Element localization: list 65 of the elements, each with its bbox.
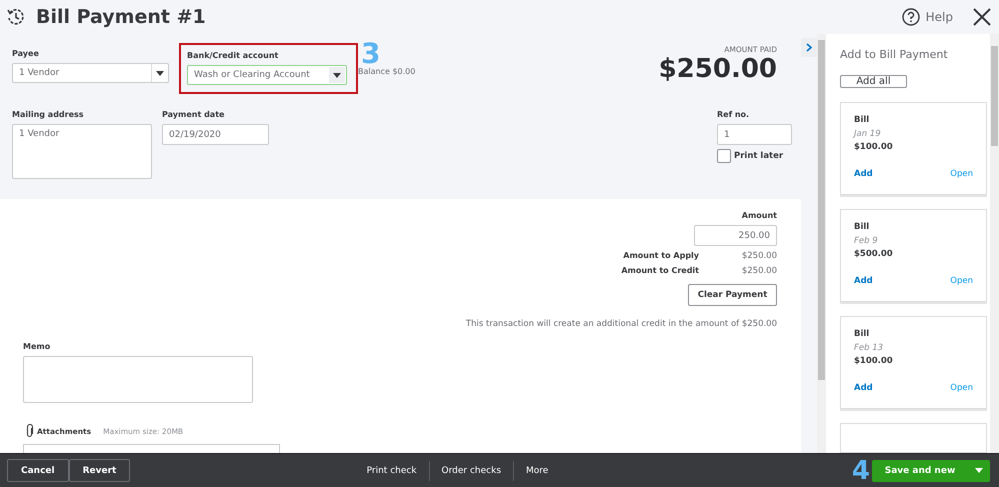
- step-number: 4: [852, 456, 870, 486]
- bill-date: Feb 13: [854, 343, 884, 353]
- close-icon[interactable]: [973, 8, 991, 26]
- amount-label: Amount: [742, 211, 777, 220]
- revert-button[interactable]: Revert: [68, 459, 130, 482]
- caret-icon: [156, 70, 164, 76]
- open-link[interactable]: Open: [950, 169, 973, 179]
- summary-value: $250.00: [740, 266, 777, 276]
- memo-field[interactable]: [23, 356, 253, 403]
- summary-label: Amount to Credit: [621, 266, 699, 276]
- help-icon[interactable]: [902, 8, 920, 26]
- amount-field[interactable]: 250.00: [694, 225, 777, 246]
- panel-title: Add to Bill Payment: [840, 48, 949, 61]
- add-all-button[interactable]: Add all: [840, 75, 907, 88]
- save-and-new-button[interactable]: Save and new: [872, 460, 968, 482]
- caret-icon: [333, 72, 341, 78]
- field-label: Memo: [23, 342, 52, 351]
- add-link[interactable]: Add: [854, 276, 873, 286]
- page-title: Bill Payment #1: [36, 6, 206, 28]
- chevron-right-icon: [806, 43, 812, 52]
- bank-account-dropdown[interactable]: Wash or Clearing Account: [187, 65, 347, 85]
- mailing-address-field[interactable]: 1 Vendor: [12, 124, 152, 179]
- field-label: Bank/Credit account: [187, 51, 280, 60]
- history-clock-icon: [6, 7, 26, 27]
- print-later-checkbox[interactable]: [717, 149, 731, 163]
- add-link[interactable]: Add: [854, 383, 873, 393]
- print-check-link[interactable]: Print check: [354, 466, 429, 476]
- field-label: Ref no.: [717, 110, 750, 119]
- bill-type: Bill: [854, 115, 870, 125]
- step-number: 3: [361, 41, 380, 67]
- bill-amount: $500.00: [854, 249, 894, 259]
- bill-date: Feb 9: [854, 236, 879, 246]
- payment-date-field[interactable]: 02/19/2020: [162, 124, 269, 145]
- bill-date: Jan 19: [854, 129, 882, 139]
- open-link[interactable]: Open: [950, 276, 973, 286]
- print-later-label: Print later: [734, 151, 784, 161]
- field-label: Payment date: [162, 110, 226, 119]
- caret-icon: [975, 468, 983, 473]
- summary-label: Amount to Apply: [623, 251, 699, 261]
- collapse-panel-button[interactable]: [801, 38, 817, 57]
- more-link[interactable]: More: [514, 466, 560, 476]
- add-link[interactable]: Add: [854, 169, 873, 179]
- credit-message: This transaction will create an additional credit in the amount of $250.00: [466, 319, 777, 329]
- cancel-button[interactable]: Cancel: [7, 459, 69, 482]
- order-checks-link[interactable]: Order checks: [430, 466, 514, 476]
- bill-type: Bill: [854, 329, 870, 339]
- bill-amount: $100.00: [854, 356, 894, 366]
- ref-no-field[interactable]: 1: [717, 124, 792, 145]
- bill-type: Bill: [854, 222, 870, 232]
- payee-dropdown[interactable]: 1 Vendor: [12, 63, 169, 83]
- scrollbar[interactable]: [990, 34, 999, 453]
- clear-payment-button[interactable]: Clear Payment: [688, 284, 777, 306]
- field-label: Payee: [12, 49, 40, 58]
- balance-text: Balance $0.00: [358, 67, 416, 76]
- open-link[interactable]: Open: [950, 383, 973, 393]
- scrollbar-thumb[interactable]: [991, 46, 998, 146]
- field-label: Mailing address: [12, 110, 85, 119]
- save-options-button[interactable]: [968, 460, 990, 482]
- amount-paid-value: $250.00: [658, 54, 777, 84]
- summary-value: $250.00: [740, 251, 777, 261]
- paperclip-icon: [25, 424, 34, 438]
- scrollbar[interactable]: [817, 34, 826, 453]
- help-link[interactable]: Help: [926, 10, 953, 24]
- bill-amount: $100.00: [854, 142, 894, 152]
- scrollbar-thumb[interactable]: [818, 40, 825, 380]
